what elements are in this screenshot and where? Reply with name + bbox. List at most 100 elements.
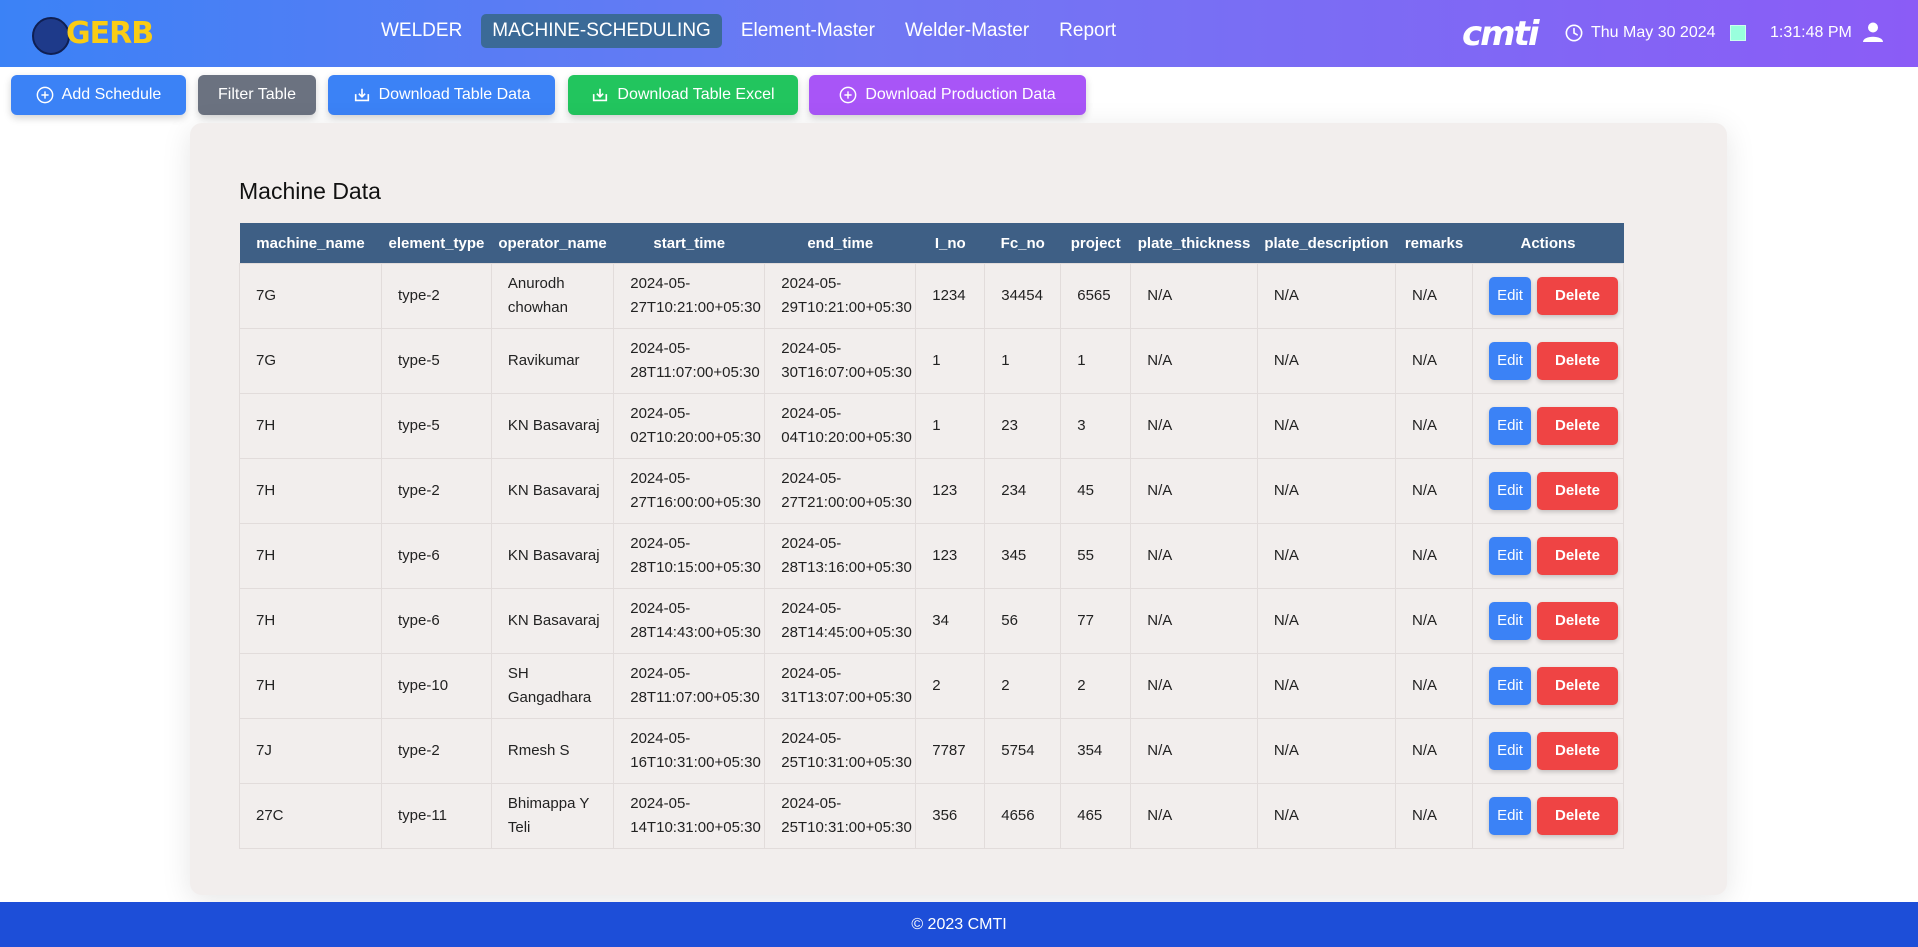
- cell-project: 77: [1060, 588, 1132, 654]
- column-header-machine-name: machine_name: [239, 223, 382, 264]
- cell-operator-name: Bhimappa Y Teli: [490, 783, 615, 849]
- nav-welder[interactable]: WELDER: [370, 14, 473, 48]
- download-table-excel-button[interactable]: Download Table Excel: [568, 75, 798, 115]
- cell-project: 3: [1060, 393, 1132, 459]
- cell-start-time: 2024-05-16T10:31:00+05:30: [613, 718, 766, 784]
- cell-fc-no: 4656: [984, 783, 1062, 849]
- cell-project: 45: [1060, 458, 1132, 524]
- cell-start-time: 2024-05-27T16:00:00+05:30: [613, 458, 766, 524]
- delete-button[interactable]: Delete: [1537, 732, 1619, 770]
- cell-machine-name: 7H: [239, 458, 382, 524]
- machine-data-card: Machine Data machine_name element_type ope…: [190, 123, 1727, 895]
- delete-button[interactable]: Delete: [1537, 472, 1619, 510]
- cell-machine-name: 7H: [239, 653, 382, 719]
- cell-project: 6565: [1060, 263, 1132, 329]
- cell-actions: Edit Delete: [1472, 783, 1625, 849]
- delete-button[interactable]: Delete: [1537, 667, 1619, 705]
- nav-element-master[interactable]: Element-Master: [730, 14, 886, 48]
- current-date: Thu May 30 2024: [1591, 24, 1716, 41]
- cell-remarks: N/A: [1395, 718, 1474, 784]
- add-schedule-button[interactable]: Add Schedule: [11, 75, 186, 115]
- cell-plate-thickness: N/A: [1130, 588, 1258, 654]
- gerb-logo[interactable]: GERB: [30, 12, 154, 55]
- delete-button[interactable]: Delete: [1537, 342, 1619, 380]
- cell-element-type: type-6: [381, 588, 492, 654]
- cell-actions: Edit Delete: [1472, 653, 1625, 719]
- download-icon: [593, 88, 608, 102]
- cell-plate-description: N/A: [1256, 523, 1397, 589]
- cell-plate-thickness: N/A: [1130, 458, 1258, 524]
- logo-emblem-icon: [32, 17, 70, 55]
- edit-button[interactable]: Edit: [1489, 667, 1532, 705]
- cell-actions: Edit Delete: [1472, 588, 1625, 654]
- cell-i-no: 123: [915, 458, 986, 524]
- plus-circle-icon: [36, 86, 54, 104]
- user-icon[interactable]: [1862, 21, 1884, 43]
- download-production-data-button[interactable]: Download Production Data: [809, 75, 1086, 115]
- edit-button[interactable]: Edit: [1489, 732, 1532, 770]
- nav-report[interactable]: Report: [1048, 14, 1127, 48]
- cell-machine-name: 7G: [239, 328, 382, 394]
- cell-plate-description: N/A: [1256, 393, 1397, 459]
- plus-circle-icon: [839, 86, 857, 104]
- cell-i-no: 1: [915, 328, 986, 394]
- edit-button[interactable]: Edit: [1489, 797, 1532, 835]
- cell-plate-thickness: N/A: [1130, 718, 1258, 784]
- cell-remarks: N/A: [1395, 458, 1474, 524]
- footer: © 2023 CMTI: [0, 902, 1918, 947]
- table-row: 7J type-2 Rmesh S 2024-05-16T10:31:00+05:30…: [239, 718, 1625, 784]
- cell-plate-thickness: N/A: [1130, 653, 1258, 719]
- cell-fc-no: 5754: [984, 718, 1062, 784]
- table-body: 7G type-2 Anurodh chowhan 2024-05-27T10:21:…: [239, 263, 1625, 849]
- download-icon: [354, 88, 369, 102]
- cell-fc-no: 56: [984, 588, 1062, 654]
- edit-button[interactable]: Edit: [1489, 472, 1532, 510]
- edit-button[interactable]: Edit: [1489, 407, 1532, 445]
- download-table-data-button[interactable]: Download Table Data: [328, 75, 555, 115]
- delete-button[interactable]: Delete: [1537, 407, 1619, 445]
- delete-button[interactable]: Delete: [1537, 797, 1619, 835]
- table-row: 7H type-10 SH Gangadhara 2024-05-28T11:07:0…: [239, 653, 1625, 719]
- current-time: 1:31:48 PM: [1770, 24, 1852, 41]
- cell-plate-description: N/A: [1256, 588, 1397, 654]
- cell-operator-name: KN Basavaraj: [490, 523, 615, 589]
- nav-machine-scheduling[interactable]: MACHINE-SCHEDULING: [481, 14, 722, 48]
- card-title: Machine Data: [239, 178, 381, 204]
- column-header-end-time: end_time: [764, 223, 916, 264]
- table-row: 7H type-2 KN Basavaraj 2024-05-27T16:00:00+…: [239, 458, 1625, 524]
- cell-plate-thickness: N/A: [1130, 783, 1258, 849]
- column-header-remarks: remarks: [1395, 223, 1473, 264]
- download-table-data-label: Download Table Data: [378, 86, 531, 103]
- edit-button[interactable]: Edit: [1489, 342, 1532, 380]
- cell-project: 55: [1060, 523, 1132, 589]
- cell-machine-name: 7H: [239, 588, 382, 654]
- cell-element-type: type-6: [381, 523, 492, 589]
- cell-remarks: N/A: [1395, 783, 1474, 849]
- delete-button[interactable]: Delete: [1537, 277, 1619, 315]
- edit-button[interactable]: Edit: [1489, 537, 1532, 575]
- cell-project: 465: [1060, 783, 1132, 849]
- cell-operator-name: KN Basavaraj: [490, 588, 615, 654]
- download-table-excel-label: Download Table Excel: [617, 86, 775, 103]
- edit-button[interactable]: Edit: [1489, 277, 1532, 315]
- edit-button[interactable]: Edit: [1489, 602, 1532, 640]
- cell-element-type: type-5: [381, 393, 492, 459]
- nav-welder-master[interactable]: Welder-Master: [894, 14, 1040, 48]
- table-row: 7H type-6 KN Basavaraj 2024-05-28T10:15:00+…: [239, 523, 1625, 589]
- delete-button[interactable]: Delete: [1537, 602, 1619, 640]
- cell-i-no: 7787: [915, 718, 986, 784]
- cell-operator-name: Anurodh chowhan: [490, 263, 615, 329]
- cell-i-no: 1234: [915, 263, 986, 329]
- cell-plate-thickness: N/A: [1130, 263, 1258, 329]
- table-header-row: machine_name element_type operator_name sta…: [239, 223, 1624, 264]
- cell-element-type: type-11: [381, 783, 492, 849]
- cell-actions: Edit Delete: [1472, 263, 1625, 329]
- delete-button[interactable]: Delete: [1537, 537, 1619, 575]
- cell-plate-thickness: N/A: [1130, 328, 1258, 394]
- column-header-operator-name: operator_name: [491, 223, 614, 264]
- cell-start-time: 2024-05-28T11:07:00+05:30: [613, 653, 766, 719]
- cell-start-time: 2024-05-14T10:31:00+05:30: [613, 783, 766, 849]
- cell-element-type: type-2: [381, 458, 492, 524]
- cell-machine-name: 7H: [239, 523, 382, 589]
- filter-table-button[interactable]: Filter Table: [198, 75, 316, 115]
